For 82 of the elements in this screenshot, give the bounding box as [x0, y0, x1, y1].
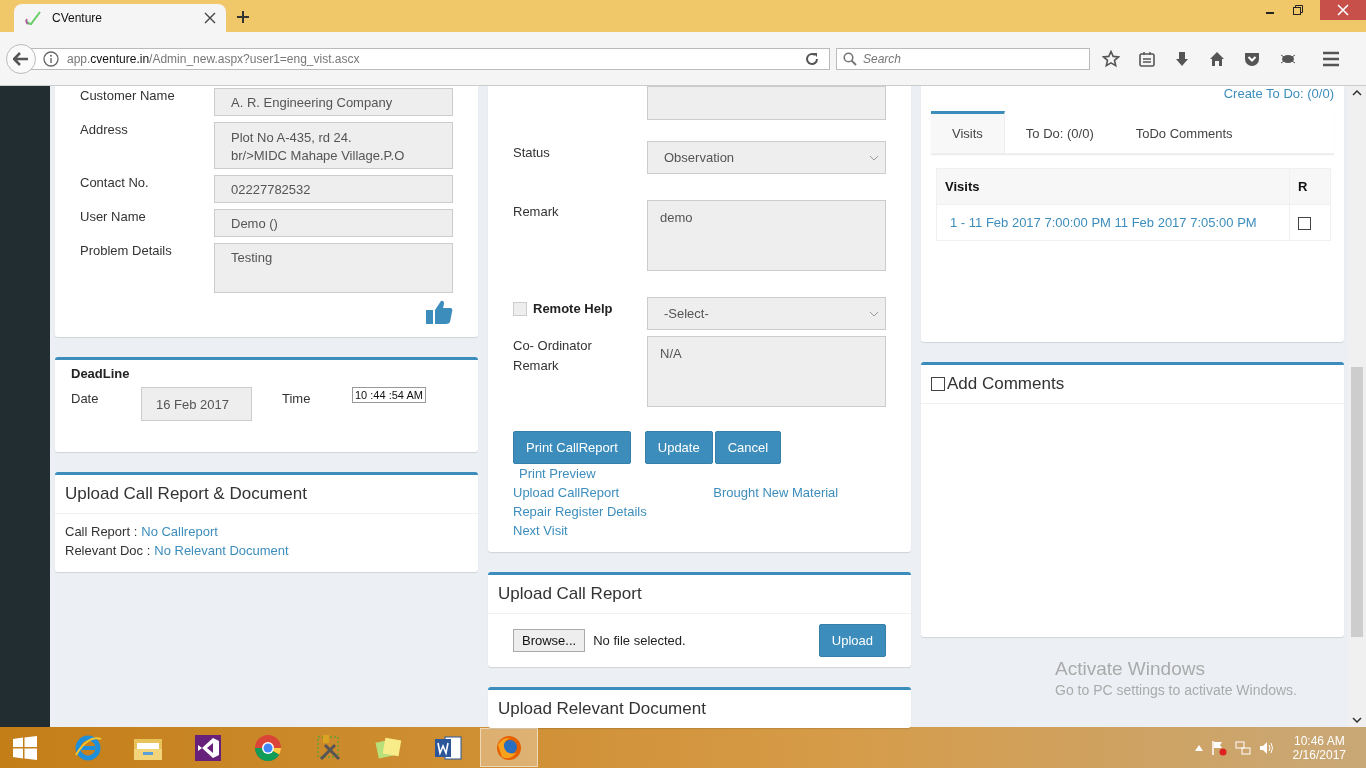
repair-link[interactable]: Repair Register Details: [513, 504, 647, 519]
reading-list-icon[interactable]: [1139, 50, 1155, 67]
field-label: Problem Details: [80, 243, 173, 260]
field-label: Co- Ordinator Remark: [513, 337, 593, 375]
browse-button[interactable]: Browse...: [513, 629, 586, 652]
status-dropdown[interactable]: Observation: [647, 141, 886, 174]
field-label: Remark: [513, 203, 560, 219]
add-comments-checkbox[interactable]: Add Comments: [921, 365, 1344, 404]
text-area[interactable]: Plot No A-435, rd 24. br/>MIDC Mahape Village.P.O: [214, 122, 453, 169]
card-title: DeadLine: [71, 366, 131, 381]
search-field[interactable]: Search: [836, 47, 1090, 70]
back-arrow-icon: [13, 51, 29, 66]
field-label: Time: [282, 390, 312, 406]
windows-logo-icon[interactable]: [12, 734, 38, 761]
input-field[interactable]: A. R. Engineering Company: [214, 88, 453, 116]
field-label: Call Report :: [65, 524, 138, 539]
text-area[interactable]: Testing: [214, 243, 453, 293]
print-preview-link[interactable]: Print Preview: [519, 466, 596, 481]
chevron-down-icon: [869, 310, 879, 317]
menu-icon[interactable]: [1322, 50, 1340, 67]
file-status: No file selected.: [593, 633, 686, 648]
activation-message: Go to PC settings to activate Windows.: [1055, 682, 1297, 698]
address-bar[interactable]: app.cventure.in/Admin_new.aspx?user1=eng_vist.ascx: [30, 47, 830, 70]
document-link[interactable]: No Callreport: [141, 524, 218, 539]
tab[interactable]: Visits: [931, 111, 1005, 153]
cancel-button[interactable]: Cancel: [714, 431, 782, 464]
print-button[interactable]: Print CallReport: [513, 431, 631, 464]
activation-title: Activate Windows: [1055, 658, 1206, 680]
close-icon: [1337, 4, 1349, 16]
upload-link[interactable]: Upload CallReport: [513, 485, 620, 500]
remote-help-dropdown[interactable]: -Select-: [647, 297, 886, 330]
search-icon: [843, 51, 857, 66]
field-label: Customer Name: [80, 88, 176, 105]
upload-button[interactable]: Upload: [818, 624, 886, 657]
bookmark-star-icon[interactable]: [1102, 49, 1120, 68]
new-tab-icon[interactable]: [236, 10, 250, 24]
field-label: User Name: [80, 209, 147, 226]
column-header: Visits: [936, 168, 1290, 205]
tab[interactable]: ToDo Comments: [1114, 111, 1254, 153]
scroll-down-icon[interactable]: [1352, 717, 1362, 723]
chrome-icon: [253, 732, 283, 763]
date-field[interactable]: 16 Feb 2017: [141, 387, 252, 421]
pocket-icon[interactable]: [1244, 50, 1260, 67]
scrollbar[interactable]: [1348, 86, 1366, 727]
field-label: Relevant Doc :: [65, 543, 151, 558]
restore-icon[interactable]: [1292, 4, 1304, 16]
time-field[interactable]: 10 :44 :54 AM: [352, 387, 426, 403]
checkmark-logo-icon: [24, 10, 42, 26]
remote-help-checkbox[interactable]: Remote Help: [513, 297, 647, 316]
update-button[interactable]: Update: [644, 431, 713, 464]
thumbs-up-icon[interactable]: [425, 299, 453, 325]
field-label: Contact No.: [80, 175, 150, 192]
info-icon: [43, 50, 59, 67]
field-label: Address: [80, 122, 129, 139]
tab[interactable]: To Do: (0/0): [1004, 111, 1115, 153]
create-todo-link[interactable]: Create To Do: (0/0): [1223, 86, 1334, 101]
close-window-button[interactable]: [1320, 0, 1366, 20]
input-field[interactable]: 02227782532: [214, 175, 453, 203]
browser-tab[interactable]: CVenture: [14, 4, 226, 32]
card-title: Upload Relevant Document: [497, 698, 707, 720]
card-title: Upload Call Report: [488, 575, 911, 614]
chevron-down-icon: [869, 154, 879, 161]
field-label: Status: [513, 144, 551, 160]
checkbox[interactable]: [1298, 217, 1311, 231]
card-title: Upload Call Report & Document: [55, 475, 478, 514]
download-icon[interactable]: [1174, 50, 1190, 67]
scroll-up-icon[interactable]: [1352, 90, 1362, 96]
document-link[interactable]: No Relevant Document: [154, 543, 289, 558]
tab-title: CVenture: [52, 11, 103, 25]
text-area[interactable]: demo: [647, 200, 886, 271]
material-link[interactable]: Brought New Material: [713, 485, 839, 500]
back-button[interactable]: [6, 43, 36, 74]
text-area[interactable]: N/A: [647, 336, 886, 407]
close-icon[interactable]: [204, 12, 216, 24]
url-text: app.cventure.in/Admin_new.aspx?user1=eng_vist.ascx: [67, 51, 360, 66]
home-icon[interactable]: [1209, 50, 1225, 67]
field-label: Date: [71, 390, 100, 406]
column-header: R: [1289, 168, 1331, 205]
input-field[interactable]: Demo (): [214, 209, 453, 237]
next-visit-link[interactable]: Next Visit: [513, 523, 568, 538]
reload-icon[interactable]: [805, 51, 819, 66]
flag-icon[interactable]: [1210, 739, 1227, 756]
